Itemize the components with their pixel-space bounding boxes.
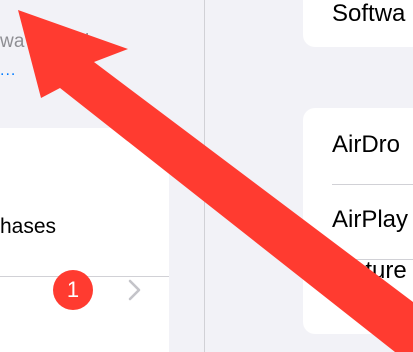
chevron-right-icon[interactable] [122,278,146,302]
airdrop-row[interactable]: AirDro [332,131,400,159]
sidebar-pane: wa School ... hases 1 [0,0,204,352]
account-subtitle: wa School [0,31,90,52]
airplay-row[interactable]: AirPlay [332,206,408,234]
notification-badge: 1 [53,270,93,310]
row-separator [332,184,413,185]
account-details-link[interactable]: ... [0,62,16,80]
sidebar-card [0,128,169,352]
purchases-row-label[interactable]: hases [0,215,56,239]
picture-in-picture-row[interactable]: Picture [332,257,407,285]
software-update-row[interactable]: Softwa [332,0,405,28]
